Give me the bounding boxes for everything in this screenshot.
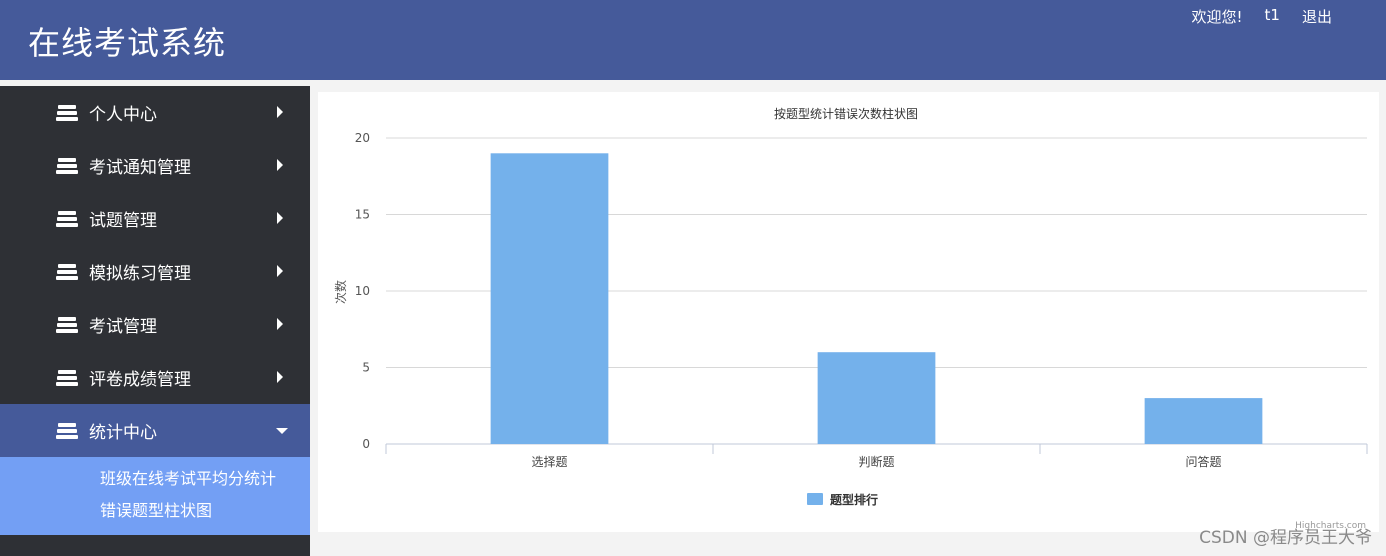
welcome-text: 欢迎您! xyxy=(1191,8,1243,26)
chevron-right-icon xyxy=(277,159,283,171)
chart-legend[interactable]: 题型排行 xyxy=(807,492,878,507)
bar-chart: 按题型统计错误次数柱状图 次数 05101520选择题 判断题 问答题 题型排行 H… xyxy=(333,106,1368,531)
sidebar-item-label: 考试管理 xyxy=(89,317,157,337)
chevron-down-icon xyxy=(276,428,288,434)
y-tick-label: 10 xyxy=(355,284,370,298)
layers-icon xyxy=(56,369,78,387)
bar[interactable] xyxy=(1144,398,1263,444)
sidebar-item-label: 统计中心 xyxy=(89,423,157,443)
chart-panel: 按题型统计错误次数柱状图 次数 0 5 10 15 20 选择题 判断题 问答题 题型排行 H… xyxy=(318,92,1379,532)
y-tick-label: 20 xyxy=(355,131,370,145)
sidebar-item-practice-management[interactable]: 模拟练习管理 xyxy=(0,245,310,298)
sidebar-item-label: 试题管理 xyxy=(89,211,157,231)
bar[interactable] xyxy=(490,153,609,445)
layers-icon xyxy=(56,157,78,175)
legend-label: 题型排行 xyxy=(830,492,878,507)
layers-icon xyxy=(56,210,78,228)
sidebar-item-label: 考试通知管理 xyxy=(89,158,191,178)
submenu-item-error-bar-chart[interactable]: 错误题型柱状图 xyxy=(0,495,310,527)
x-tick-label: 选择题 xyxy=(531,455,567,469)
chevron-right-icon xyxy=(277,318,283,330)
y-tick-label: 15 xyxy=(355,208,370,222)
y-axis-label: 次数 xyxy=(333,280,348,304)
statistics-submenu: 班级在线考试平均分统计 错误题型柱状图 xyxy=(0,457,310,535)
layers-icon xyxy=(56,104,78,122)
sidebar-item-label: 个人中心 xyxy=(89,105,157,125)
bar[interactable] xyxy=(817,352,936,444)
logout-link[interactable]: 退出 xyxy=(1302,6,1332,27)
y-tick-label: 5 xyxy=(362,361,370,375)
sidebar-item-label: 模拟练习管理 xyxy=(89,264,191,284)
sidebar-item-exam-management[interactable]: 考试管理 xyxy=(0,298,310,351)
chevron-right-icon xyxy=(277,212,283,224)
submenu-item-class-average[interactable]: 班级在线考试平均分统计 xyxy=(0,463,310,495)
bars xyxy=(490,153,1263,445)
sidebar-item-statistics-center[interactable]: 统计中心 xyxy=(0,404,310,457)
chevron-right-icon xyxy=(277,106,283,118)
chevron-right-icon xyxy=(277,371,283,383)
top-header: 在线考试系统 欢迎您! t1 退出 xyxy=(0,0,1386,80)
chevron-right-icon xyxy=(277,265,283,277)
sidebar-item-label: 评卷成绩管理 xyxy=(89,370,191,390)
user-area: 欢迎您! t1 退出 xyxy=(1192,6,1332,27)
sidebar-item-exam-notice[interactable]: 考试通知管理 xyxy=(0,139,310,192)
chart-title: 按题型统计错误次数柱状图 xyxy=(774,106,918,121)
username: t1 xyxy=(1264,6,1280,24)
layers-icon xyxy=(56,263,78,281)
legend-swatch xyxy=(807,493,823,505)
app-title: 在线考试系统 xyxy=(28,24,227,62)
x-tick-label: 判断题 xyxy=(858,454,894,469)
layers-icon xyxy=(56,316,78,334)
sidebar-item-question-management[interactable]: 试题管理 xyxy=(0,192,310,245)
y-tick-label: 0 xyxy=(362,437,370,451)
sidebar-item-grading-management[interactable]: 评卷成绩管理 xyxy=(0,351,310,404)
x-tick-label: 问答题 xyxy=(1185,454,1221,469)
layers-icon xyxy=(56,422,78,440)
sidebar-item-personal-center[interactable]: 个人中心 xyxy=(0,86,310,139)
sidebar: 个人中心 考试通知管理 试题管理 模拟练习管理 考试管理 评卷成绩管理 统计中心… xyxy=(0,86,310,556)
watermark: CSDN @程序员王大爷 xyxy=(1199,528,1372,548)
